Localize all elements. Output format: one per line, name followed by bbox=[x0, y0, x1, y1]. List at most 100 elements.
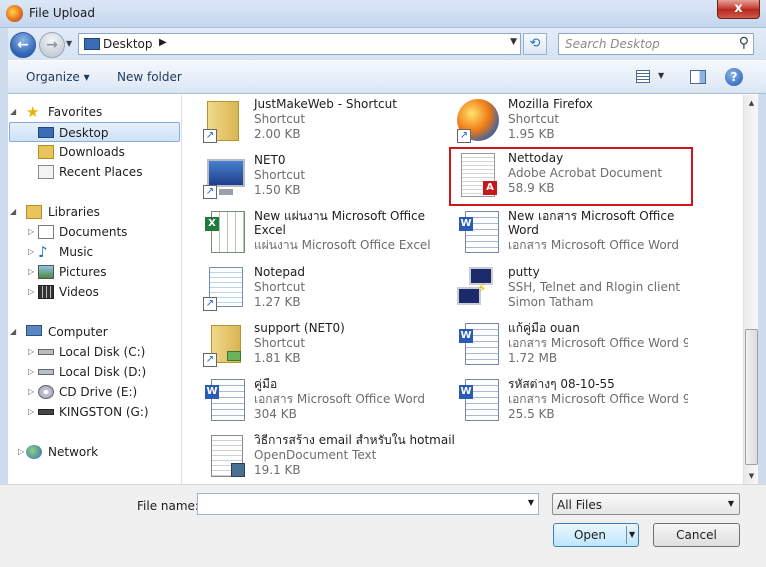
expand-icon[interactable]: ▷ bbox=[28, 342, 38, 362]
vertical-scrollbar[interactable]: ▲ ▼ bbox=[743, 95, 758, 484]
nav-cd-drive-e[interactable]: ▷ CD Drive (E:) bbox=[8, 382, 178, 402]
breadcrumb[interactable]: Desktop bbox=[103, 37, 153, 51]
desktop-icon bbox=[84, 38, 100, 50]
nav-label: Videos bbox=[59, 285, 99, 299]
history-dropdown-icon[interactable]: ▼ bbox=[66, 39, 72, 48]
file-name-input[interactable]: ▼ bbox=[197, 493, 539, 515]
address-bar[interactable]: Desktop ▶ ▼ bbox=[78, 33, 521, 55]
refresh-button[interactable]: ⟲ bbox=[523, 33, 547, 55]
nav-pictures[interactable]: ▷ Pictures bbox=[8, 262, 178, 282]
views-dropdown-icon[interactable]: ▼ bbox=[658, 71, 664, 80]
nav-recent-places[interactable]: Recent Places bbox=[8, 162, 178, 182]
window-title: File Upload bbox=[29, 6, 95, 20]
nav-computer[interactable]: ◢ Computer bbox=[8, 322, 178, 342]
file-size: 304 KB bbox=[254, 407, 297, 421]
breadcrumb-chevron-icon[interactable]: ▶ bbox=[159, 37, 167, 48]
monitor-shortcut-icon: ↗ bbox=[201, 153, 249, 201]
new-folder-button[interactable]: New folder bbox=[117, 70, 182, 84]
nav-music[interactable]: ▷ ♪ Music bbox=[8, 242, 178, 262]
nav-label: Documents bbox=[59, 225, 128, 239]
open-button[interactable]: Open ▼ bbox=[553, 523, 639, 547]
nav-videos[interactable]: ▷ Videos bbox=[8, 282, 178, 302]
expand-icon[interactable]: ▷ bbox=[28, 362, 38, 382]
word-icon: W bbox=[455, 321, 503, 369]
help-button[interactable]: ? bbox=[725, 68, 743, 86]
collapse-icon[interactable]: ◢ bbox=[10, 102, 20, 122]
file-item-highlighted[interactable]: A Nettoday Adobe Acrobat Document 58.9 K… bbox=[449, 147, 693, 206]
file-item[interactable]: ↗ support (NET0) Shortcut 1.81 KB bbox=[183, 319, 433, 375]
collapse-icon[interactable]: ◢ bbox=[10, 202, 20, 222]
file-size: 1.50 KB bbox=[254, 183, 301, 197]
file-name: support (NET0) bbox=[254, 321, 345, 335]
file-item[interactable]: ↗ JustMakeWeb - Shortcut Shortcut 2.00 K… bbox=[183, 95, 433, 151]
drive-icon bbox=[38, 349, 54, 355]
views-icon[interactable] bbox=[636, 70, 650, 83]
firefox-icon: ↗ bbox=[455, 97, 503, 145]
file-item[interactable]: W แก้คู่มือ ouan เอกสาร Microsoft Office… bbox=[437, 319, 688, 375]
cancel-button[interactable]: Cancel bbox=[653, 523, 740, 547]
nav-favorites[interactable]: ◢ ★ Favorites bbox=[8, 102, 178, 122]
firefox-icon bbox=[6, 5, 23, 22]
nav-downloads[interactable]: Downloads bbox=[8, 142, 178, 162]
file-type-select[interactable]: All Files ▼ bbox=[552, 493, 740, 515]
nav-network[interactable]: ▷ Network bbox=[8, 442, 178, 462]
file-name-dropdown-icon[interactable]: ▼ bbox=[528, 498, 534, 507]
window-frame-right bbox=[758, 94, 766, 484]
scroll-up-icon[interactable]: ▲ bbox=[744, 95, 759, 111]
scroll-down-icon[interactable]: ▼ bbox=[744, 468, 759, 484]
nav-label: Pictures bbox=[59, 265, 107, 279]
folder-shortcut-icon: ↗ bbox=[201, 97, 249, 145]
file-item[interactable]: W รหัสต่างๆ 08-10-55 เอกสาร Microsoft Of… bbox=[437, 375, 688, 431]
nav-label: Music bbox=[59, 245, 94, 259]
documents-icon bbox=[38, 225, 54, 239]
file-type: เอกสาร Microsoft Office Word 9... bbox=[508, 392, 688, 406]
collapse-icon[interactable]: ◢ bbox=[10, 322, 20, 342]
file-item[interactable]: ↗ NET0 Shortcut 1.50 KB bbox=[183, 151, 433, 207]
file-item[interactable]: ⚡ putty SSH, Telnet and Rlogin client Si… bbox=[437, 263, 687, 319]
organize-button[interactable]: Organize ▾ bbox=[26, 70, 90, 84]
file-type-dropdown-icon[interactable]: ▼ bbox=[728, 499, 734, 508]
search-icon[interactable]: ⚲ bbox=[739, 35, 749, 51]
file-item[interactable]: ↗ Notepad Shortcut 1.27 KB bbox=[183, 263, 433, 319]
star-icon: ★ bbox=[26, 103, 40, 121]
file-type: แผ่นงาน Microsoft Office Excel bbox=[254, 238, 431, 252]
expand-icon[interactable]: ▷ bbox=[28, 402, 38, 422]
file-type-value: All Files bbox=[557, 498, 603, 512]
file-size: 1.95 KB bbox=[508, 127, 555, 141]
expand-icon[interactable]: ▷ bbox=[28, 382, 38, 402]
file-name: Mozilla Firefox bbox=[508, 97, 593, 111]
nav-desktop[interactable]: Desktop bbox=[9, 122, 180, 142]
file-item[interactable]: วิธีการสร้าง email สำหรับใน hotmail Open… bbox=[183, 431, 483, 487]
nav-libraries[interactable]: ◢ Libraries bbox=[8, 202, 178, 222]
nav-local-disk-c[interactable]: ▷ Local Disk (C:) bbox=[8, 342, 178, 362]
nav-label: Network bbox=[48, 445, 99, 459]
file-item[interactable]: W New เอกสาร Microsoft Office Word เอกสา… bbox=[437, 207, 687, 263]
expand-icon[interactable]: ▷ bbox=[28, 222, 38, 242]
file-item[interactable]: W คู่มือ เอกสาร Microsoft Office Word 30… bbox=[183, 375, 433, 431]
file-item[interactable]: X New แผ่นงาน Microsoft Office Excel แผ่… bbox=[183, 207, 433, 263]
expand-icon[interactable]: ▷ bbox=[28, 242, 38, 262]
file-item[interactable]: ↗ Mozilla Firefox Shortcut 1.95 KB bbox=[437, 95, 687, 151]
desktop-icon bbox=[38, 127, 54, 138]
search-input[interactable]: Search Desktop ⚲ bbox=[558, 33, 754, 55]
nav-documents[interactable]: ▷ Documents bbox=[8, 222, 178, 242]
file-author: Simon Tatham bbox=[508, 295, 594, 309]
preview-pane-icon[interactable] bbox=[690, 70, 706, 84]
nav-kingston-g[interactable]: ▷ KINGSTON (G:) bbox=[8, 402, 178, 422]
back-button[interactable]: ← bbox=[10, 32, 36, 58]
file-size: 1.72 MB bbox=[508, 351, 558, 365]
expand-icon[interactable]: ▷ bbox=[28, 282, 38, 302]
downloads-folder-icon bbox=[38, 145, 54, 159]
close-button[interactable]: x bbox=[717, 0, 760, 19]
open-dropdown-icon[interactable]: ▼ bbox=[629, 524, 635, 546]
forward-button[interactable]: → bbox=[39, 32, 65, 58]
address-dropdown-icon[interactable]: ▼ bbox=[510, 37, 517, 47]
drive-icon bbox=[38, 369, 54, 375]
expand-icon[interactable]: ▷ bbox=[28, 262, 38, 282]
pdf-icon: A bbox=[455, 151, 503, 199]
scrollbar-thumb[interactable] bbox=[745, 329, 758, 465]
nav-label: CD Drive (E:) bbox=[59, 385, 138, 399]
nav-local-disk-d[interactable]: ▷ Local Disk (D:) bbox=[8, 362, 178, 382]
file-type: Shortcut bbox=[508, 112, 560, 126]
command-toolbar: Organize ▾ New folder ▼ ? bbox=[0, 60, 766, 94]
